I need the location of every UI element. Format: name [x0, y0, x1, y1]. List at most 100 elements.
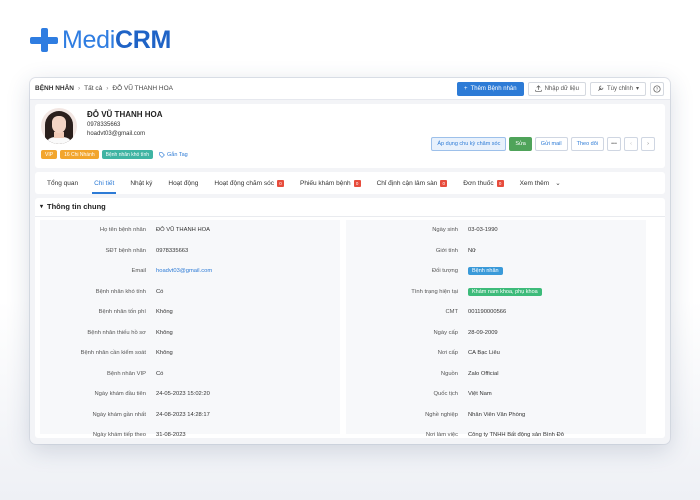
tab-details[interactable]: Chi tiết	[86, 172, 122, 194]
follow-button[interactable]: Theo dõi	[570, 137, 604, 151]
count-badge: 0	[440, 179, 448, 187]
field-label: CMT	[445, 309, 458, 316]
send-mail-button[interactable]: Gửi mail	[534, 137, 568, 151]
field-label: Email	[131, 268, 147, 275]
info-row: Ngày khám đầu tiên 24-05-2023 15:02:20	[40, 384, 340, 405]
info-row: Bệnh nhân thiếu hồ sơ Không	[40, 323, 340, 344]
field-value: Có	[156, 370, 164, 377]
field-value: Zalo Official	[468, 370, 499, 377]
chevron-right-icon: ›	[647, 141, 649, 147]
field-label: Nơi làm việc	[425, 432, 458, 439]
field-value: 28-09-2009	[468, 329, 498, 336]
apply-care-cycle-button[interactable]: Áp dụng chu kỳ chăm sóc	[431, 137, 507, 151]
field-label: Bệnh nhân VIP	[107, 370, 146, 377]
detail-tabs: Tổng quan Chi tiết Nhật ký Hoạt động Hoạ…	[35, 172, 665, 194]
upload-icon	[534, 85, 542, 92]
tab-log[interactable]: Nhật ký	[122, 172, 160, 194]
info-row: Ngày cấp 28-09-2009	[346, 323, 646, 344]
field-value: Không	[156, 309, 173, 316]
tab-care-activities[interactable]: Hoạt động chăm sóc 0	[206, 172, 292, 194]
info-row: Bệnh nhân cần kiểm soát Không	[40, 343, 340, 364]
edit-button[interactable]: Sửa	[509, 137, 532, 151]
help-button[interactable]: ?	[650, 81, 664, 96]
avatar	[41, 108, 77, 144]
add-tag-button[interactable]: Gắn Tag	[159, 152, 188, 158]
crm-window: BỆNH NHÂN › Tất cả › ĐỖ VŨ THANH HOA + T…	[30, 78, 670, 444]
info-row: Tình trạng hiện tại Khám nam khoa, phụ kh…	[346, 282, 646, 303]
next-button[interactable]: ›	[641, 137, 655, 151]
chevron-down-icon: ▾	[635, 86, 639, 92]
field-value: 31-08-2023	[156, 432, 186, 439]
dots-icon: •••	[611, 141, 617, 147]
previous-button[interactable]: ‹	[624, 137, 638, 151]
info-row: Ngày khám gần nhất 24-08-2023 14:28:17	[40, 405, 340, 426]
field-label: Nơi cấp	[437, 350, 458, 357]
field-label: Đối tượng	[431, 268, 458, 275]
count-badge: 0	[277, 179, 284, 187]
tag-branch: 16 Chi Nhánh	[60, 150, 99, 159]
more-options-button[interactable]: •••	[607, 137, 621, 151]
field-label: Giới tính	[435, 247, 458, 254]
field-value: Khám nam khoa, phụ khoa	[468, 287, 542, 296]
profile-actions: Áp dụng chu kỳ chăm sóc Sửa Gửi mail The…	[431, 137, 655, 151]
breadcrumb-all[interactable]: Tất cả	[84, 85, 102, 92]
field-value: Không	[156, 329, 173, 336]
field-value: Có	[156, 288, 164, 295]
tab-overview[interactable]: Tổng quan	[39, 172, 86, 194]
section-header[interactable]: ▾ Thông tin chung	[40, 202, 106, 211]
count-badge: 0	[496, 179, 504, 187]
field-value: Không	[156, 350, 173, 357]
field-value: 24-08-2023 14:28:17	[156, 411, 210, 418]
field-label: Tình trạng hiện tại	[411, 288, 458, 295]
field-value: Công ty TNHH Bất động sản Bình Đô	[468, 432, 564, 439]
info-row: Nơi làm việc Công ty TNHH Bất động sản Bì…	[346, 425, 646, 444]
info-row: Họ tên bệnh nhân ĐỖ VŨ THANH HOA	[40, 220, 340, 241]
breadcrumb: BỆNH NHÂN › Tất cả › ĐỖ VŨ THANH HOA	[35, 85, 173, 92]
field-label: Bệnh nhân thiếu hồ sơ	[87, 329, 146, 336]
import-data-button[interactable]: Nhập dữ liệu	[527, 81, 586, 96]
info-row: Ngày sinh 03-03-1990	[346, 220, 646, 241]
left-info-column: Họ tên bệnh nhân ĐỖ VŨ THANH HOA SĐT bệnh …	[40, 220, 340, 438]
count-badge: 0	[353, 179, 361, 187]
tab-exam-forms[interactable]: Phiếu khám bệnh 0	[292, 172, 369, 194]
field-label: Ngày sinh	[432, 227, 458, 234]
patient-name: ĐỖ VŨ THANH HOA	[87, 110, 163, 119]
field-label: SĐT bệnh nhân	[105, 247, 146, 254]
tab-activities[interactable]: Hoạt động	[160, 172, 206, 194]
info-row: Nguồn Zalo Official	[346, 364, 646, 385]
tab-more[interactable]: Xem thêm ⌄	[512, 172, 569, 194]
breadcrumb-current: ĐỖ VŨ THANH HOA	[112, 85, 173, 92]
info-row: Giới tính Nữ	[346, 241, 646, 262]
info-row: Quốc tịch Việt Nam	[346, 384, 646, 405]
field-label: Bệnh nhân cần kiểm soát	[80, 350, 146, 357]
field-label: Ngày khám tiếp theo	[92, 432, 146, 439]
breadcrumb-root[interactable]: BỆNH NHÂN	[35, 85, 74, 92]
field-value[interactable]: hoadvt03@gmail.com	[156, 268, 212, 274]
info-row: Đối tượng Bệnh nhân	[346, 261, 646, 282]
tag-difficult: Bệnh nhân khó tính	[101, 150, 154, 159]
field-label: Bệnh nhân khó tính	[95, 288, 146, 295]
help-icon: ?	[653, 84, 661, 93]
tab-prescriptions[interactable]: Đơn thuốc 0	[455, 172, 511, 194]
add-patient-button[interactable]: + Thêm Bệnh nhân	[457, 81, 524, 96]
field-value: Bệnh nhân	[468, 267, 503, 276]
svg-text:?: ?	[656, 86, 659, 91]
chevron-right-icon: ›	[78, 85, 81, 92]
field-value: 0978335663	[156, 247, 189, 254]
field-value: ĐỖ VŨ THANH HOA	[156, 227, 211, 234]
tag-icon	[159, 151, 165, 158]
field-label: Nghề nghiệp	[425, 411, 458, 418]
right-info-column: Ngày sinh 03-03-1990 Giới tính Nữ Đối tượng B…	[346, 220, 646, 438]
field-value: 001190000566	[468, 309, 507, 316]
field-label: Quốc tịch	[433, 391, 459, 398]
customize-button[interactable]: Tùy chỉnh ▾	[589, 81, 646, 96]
info-row: Bệnh nhân tốn phí Không	[40, 302, 340, 323]
info-row: Ngày khám tiếp theo 31-08-2023	[40, 425, 340, 444]
field-label: Ngày khám gần nhất	[92, 411, 147, 418]
field-value: Việt Nam	[468, 391, 492, 398]
logo-text: MediCRM	[62, 25, 172, 54]
tab-clinical-orders[interactable]: Chỉ định cận lâm sàn 0	[369, 172, 456, 194]
field-value: CA Bạc Liêu	[468, 350, 500, 357]
field-value: Nữ	[468, 247, 477, 254]
field-value: Nhân Viên Văn Phòng	[468, 411, 526, 418]
